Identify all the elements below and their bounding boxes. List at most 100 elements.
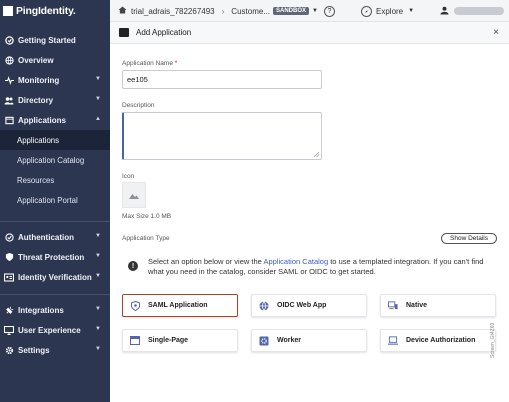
chevron-down-icon: ▼ bbox=[408, 8, 415, 14]
sidebar-item-monitoring[interactable]: Monitoring ▼ bbox=[0, 70, 110, 90]
help-icon: ? bbox=[324, 5, 335, 17]
sidebar-item-integrations[interactable]: Integrations ▼ bbox=[0, 300, 110, 320]
chevron-down-icon: ▼ bbox=[95, 233, 101, 239]
rocket-icon bbox=[4, 35, 14, 45]
sidebar-item-label: Applications bbox=[18, 115, 67, 125]
explore-label: Explore bbox=[376, 6, 404, 16]
customer-name: Custome... bbox=[231, 6, 270, 16]
application-catalog-link[interactable]: Application Catalog bbox=[264, 257, 329, 266]
user-icon bbox=[440, 6, 449, 17]
sidebar-subitem-label: Application Catalog bbox=[17, 155, 85, 165]
sidebar-subitem-application-portal[interactable]: Application Portal bbox=[0, 190, 110, 210]
pulse-icon bbox=[4, 75, 14, 85]
application-name-label-text: Application Name bbox=[122, 60, 173, 67]
panel-header: Add Application × bbox=[110, 22, 509, 44]
sidebar-item-directory[interactable]: Directory ▼ bbox=[0, 90, 110, 110]
shield-icon bbox=[4, 252, 14, 262]
sidebar-item-settings[interactable]: Settings ▼ bbox=[0, 340, 110, 360]
chevron-down-icon: ▼ bbox=[95, 346, 101, 352]
app-type-label: Worker bbox=[277, 337, 301, 344]
info-icon: ! bbox=[128, 261, 138, 271]
description-textarea[interactable] bbox=[122, 112, 322, 160]
application-icon bbox=[119, 28, 129, 37]
app-type-label: OIDC Web App bbox=[277, 302, 327, 309]
home-icon bbox=[118, 6, 127, 16]
breadcrumb-separator-icon: › bbox=[221, 6, 225, 16]
environment-selector[interactable]: trial_adrais_782267493 › Custome... SAND… bbox=[118, 0, 318, 22]
sidebar-item-overview[interactable]: Overview bbox=[0, 50, 110, 70]
app-type-saml[interactable]: SAML Application bbox=[122, 294, 238, 317]
sidebar-item-label: Overview bbox=[18, 55, 54, 65]
app-type-worker[interactable]: Worker bbox=[251, 329, 367, 352]
close-icon[interactable]: × bbox=[493, 27, 499, 38]
sidebar-item-getting-started[interactable]: Getting Started bbox=[0, 30, 110, 50]
application-type-label: Application Type bbox=[122, 235, 170, 242]
sidebar-item-identity-verification[interactable]: Identity Verification ▼ bbox=[0, 267, 110, 287]
sidebar-divider bbox=[0, 221, 110, 222]
sidebar-item-label: Getting Started bbox=[18, 35, 76, 45]
ping-identity-logo[interactable]: PingIdentity. bbox=[0, 0, 110, 22]
app-type-label: Device Authorization bbox=[406, 337, 476, 344]
logo-text: PingIdentity. bbox=[16, 5, 76, 17]
logo-mark-icon bbox=[3, 6, 13, 16]
info-message: ! Select an option below or view the App… bbox=[122, 257, 497, 277]
id-card-icon bbox=[4, 272, 14, 282]
app-type-oidc-web-app[interactable]: OIDC Web App bbox=[251, 294, 367, 317]
gear-icon bbox=[259, 336, 269, 346]
required-mark: * bbox=[174, 60, 178, 67]
globe-icon bbox=[4, 55, 14, 65]
sidebar-item-label: Threat Protection bbox=[18, 252, 85, 262]
sidebar-item-user-experience[interactable]: User Experience ▼ bbox=[0, 320, 110, 340]
description-label: Description bbox=[122, 102, 155, 109]
sandbox-badge: SANDBOX bbox=[272, 7, 309, 15]
info-text-prefix: Select an option below or view the bbox=[148, 257, 264, 266]
resize-handle-icon[interactable] bbox=[314, 152, 319, 157]
sidebar-subitem-label: Applications bbox=[17, 135, 60, 145]
monitor-icon bbox=[4, 325, 14, 335]
chevron-up-icon: ▲ bbox=[95, 116, 101, 122]
application-name-value: ee105 bbox=[127, 75, 148, 84]
sidebar-item-label: Identity Verification bbox=[18, 272, 92, 282]
icon-upload[interactable] bbox=[122, 182, 146, 208]
sidebar-item-label: Directory bbox=[18, 95, 54, 105]
user-name-redacted bbox=[454, 7, 504, 15]
sidebar-item-threat-protection[interactable]: Threat Protection ▼ bbox=[0, 247, 110, 267]
application-name-input[interactable]: ee105 bbox=[122, 70, 322, 89]
show-details-button[interactable]: Show Details bbox=[441, 233, 497, 244]
sidebar-item-authentication[interactable]: Authentication ▼ bbox=[0, 227, 110, 247]
sidebar-divider bbox=[0, 294, 110, 295]
browser-icon bbox=[130, 336, 140, 346]
sidebar-item-label: User Experience bbox=[18, 325, 81, 335]
sidebar-item-label: Settings bbox=[18, 345, 50, 355]
app-type-label: SAML Application bbox=[148, 302, 208, 309]
chevron-down-icon: ▼ bbox=[95, 273, 101, 279]
sidebar-item-applications[interactable]: Applications ▲ bbox=[0, 110, 110, 130]
help-button[interactable]: ? bbox=[324, 0, 335, 22]
top-bar: trial_adrais_782267493 › Custome... SAND… bbox=[110, 0, 509, 22]
chevron-down-icon: ▼ bbox=[95, 326, 101, 332]
gear-icon bbox=[4, 345, 14, 355]
chevron-down-icon: ▼ bbox=[95, 76, 101, 82]
app-type-native[interactable]: Native bbox=[380, 294, 496, 317]
chevron-down-icon: ▼ bbox=[95, 253, 101, 259]
explore-button[interactable]: Explore ▼ bbox=[361, 0, 414, 22]
chevron-down-icon: ▼ bbox=[95, 306, 101, 312]
application-name-label: Application Name * bbox=[122, 60, 177, 67]
screen-id-label: Screen_Gt4Z69 bbox=[490, 322, 496, 358]
sidebar-subitem-application-catalog[interactable]: Application Catalog bbox=[0, 150, 110, 170]
sidebar: PingIdentity. Getting Started Overview M… bbox=[0, 0, 110, 402]
sidebar-subitem-label: Application Portal bbox=[17, 195, 78, 205]
image-placeholder-icon bbox=[129, 194, 139, 199]
devices-icon bbox=[388, 301, 398, 311]
sidebar-subitem-label: Resources bbox=[17, 175, 55, 185]
sidebar-subitem-applications[interactable]: Applications bbox=[0, 130, 110, 150]
app-window-icon bbox=[4, 115, 14, 125]
chevron-down-icon: ▼ bbox=[312, 8, 318, 14]
app-type-device-authorization[interactable]: Device Authorization bbox=[380, 329, 496, 352]
panel-title: Add Application bbox=[136, 28, 192, 37]
app-type-single-page[interactable]: Single-Page bbox=[122, 329, 238, 352]
user-menu[interactable]: ▼ bbox=[440, 0, 509, 22]
sidebar-subitem-resources[interactable]: Resources bbox=[0, 170, 110, 190]
sidebar-item-label: Monitoring bbox=[18, 75, 60, 85]
app-type-label: Single-Page bbox=[148, 337, 189, 344]
